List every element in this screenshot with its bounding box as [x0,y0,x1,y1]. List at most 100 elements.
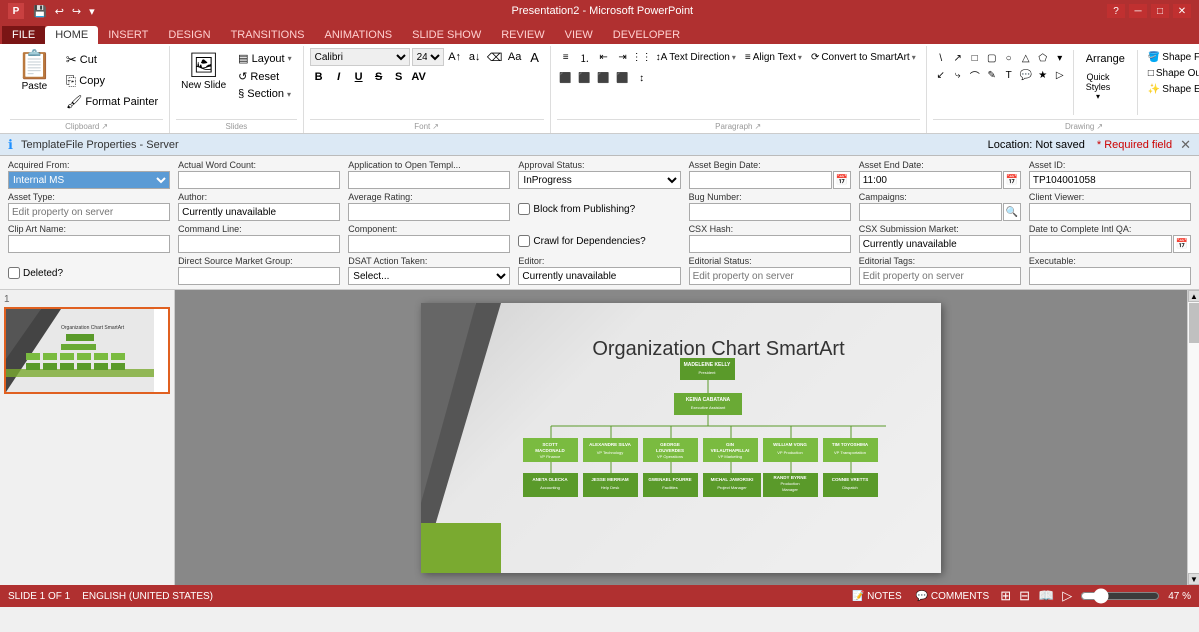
font-grow-button[interactable]: A↑ [446,48,464,66]
convert-smartart-button[interactable]: ⟳ Convert to SmartArt ▾ [807,50,920,65]
center-button[interactable]: ⬛ [576,69,594,87]
scroll-up-button[interactable]: ▲ [1188,290,1199,302]
undo-qa-button[interactable]: ↩ [52,5,67,18]
editor-input[interactable] [518,267,680,285]
bullets-button[interactable]: ≡ [557,48,575,66]
tab-design[interactable]: DESIGN [158,26,220,44]
shape-pentagon[interactable]: ⬠ [1035,50,1051,66]
quick-styles-button[interactable]: QuickStyles ▾ [1079,69,1118,104]
columns-button[interactable]: ⋮⋮ [633,48,651,66]
direct-source-input[interactable] [178,267,340,285]
slide-thumbnail-container[interactable]: Organization Chart SmartArt [4,307,170,394]
minimize-button[interactable]: ─ [1129,4,1147,18]
block-checkbox[interactable] [518,203,530,215]
command-line-input[interactable] [178,235,340,253]
tab-slide-show[interactable]: SLIDE SHOW [402,26,491,44]
font-color-picker-button[interactable]: A [526,48,544,66]
notes-button[interactable]: 📝 NOTES [849,591,905,602]
tab-animations[interactable]: ANIMATIONS [315,26,403,44]
slide-sorter-button[interactable]: ⊟ [1019,588,1030,604]
reset-button[interactable]: ↺ Reset [233,68,296,85]
shape-triangle[interactable]: △ [1018,50,1034,66]
campaigns-search-button[interactable]: 🔍 [1003,203,1021,221]
align-left-button[interactable]: ⬛ [557,69,575,87]
tab-view[interactable]: VIEW [555,26,603,44]
component-input[interactable] [348,235,510,253]
slideshow-button[interactable]: ▷ [1062,588,1072,604]
shape-star[interactable]: ★ [1035,67,1051,83]
average-rating-input[interactable] [348,203,510,221]
numbered-button[interactable]: ⒈ [576,48,594,66]
help-button[interactable]: ? [1107,4,1125,18]
drawing-expand-icon[interactable]: ↗ [1096,122,1103,131]
application-input[interactable] [348,171,510,189]
clip-art-input[interactable] [8,235,170,253]
crawl-checkbox[interactable] [518,235,530,247]
dsat-select[interactable]: Select... [348,267,510,285]
section-button[interactable]: § Section ▾ [233,86,296,102]
shape-connector[interactable]: ↙ [933,67,949,83]
close-info-button[interactable]: ✕ [1180,137,1191,153]
reading-view-button[interactable]: 📖 [1038,588,1054,604]
approval-status-select[interactable]: InProgress [518,171,680,189]
underline-button[interactable]: U [350,68,368,86]
date-intl-picker[interactable]: 📅 [1173,235,1191,253]
asset-end-date-picker[interactable]: 📅 [1003,171,1021,189]
font-size-select[interactable]: 24 [412,48,444,66]
maximize-button[interactable]: □ [1151,4,1169,18]
save-qa-button[interactable]: 💾 [30,5,50,18]
align-text-button[interactable]: ≡ Align Text ▾ [741,50,806,65]
tab-home[interactable]: HOME [45,26,98,44]
close-button[interactable]: ✕ [1173,4,1191,18]
scroll-thumb[interactable] [1189,303,1199,343]
asset-end-date-input[interactable] [859,171,1002,189]
shape-rect[interactable]: □ [967,50,983,66]
tab-developer[interactable]: DEVELOPER [603,26,690,44]
bug-number-input[interactable] [689,203,851,221]
scroll-track[interactable] [1188,302,1199,573]
clipboard-expand-icon[interactable]: ↗ [101,122,108,131]
arrange-button[interactable]: Arrange [1079,50,1132,68]
comments-button[interactable]: 💬 COMMENTS [913,591,993,602]
shape-textbox[interactable]: T [1001,67,1017,83]
client-viewer-input[interactable] [1029,203,1191,221]
bold-button[interactable]: B [310,68,328,86]
scroll-down-button[interactable]: ▼ [1188,573,1199,585]
shape-outline-button[interactable]: □ Shape Outline ▾ [1143,66,1199,81]
deleted-checkbox[interactable] [8,267,20,279]
editorial-tags-input[interactable] [859,267,1021,285]
tab-file[interactable]: FILE [2,26,45,44]
zoom-slider[interactable] [1080,590,1160,602]
text-direction-button[interactable]: ↕A Text Direction ▾ [652,50,740,65]
font-name-select[interactable]: Calibri [310,48,410,66]
csx-hash-input[interactable] [689,235,851,253]
clear-formatting-button[interactable]: ⌫ [486,48,504,66]
new-slide-button[interactable]: 🖼 New Slide [176,48,231,94]
char-spacing-button[interactable]: AV [410,68,428,86]
normal-view-button[interactable]: ⊞ [1000,588,1011,604]
shape-fill-button[interactable]: 🪣 Shape Fill ▾ [1143,50,1199,65]
paragraph-expand-icon[interactable]: ↗ [754,122,761,131]
shape-curve[interactable]: ⌒ [967,67,983,83]
font-expand-icon[interactable]: ↗ [432,122,439,131]
date-intl-input[interactable] [1029,235,1172,253]
asset-type-input[interactable] [8,203,170,221]
copy-button[interactable]: ⎘ Copy [61,71,163,91]
author-input[interactable] [178,203,340,221]
italic-button[interactable]: I [330,68,348,86]
shape-callout[interactable]: 💬 [1018,67,1034,83]
asset-id-input[interactable] [1029,171,1191,189]
font-shrink-button[interactable]: a↓ [466,48,484,66]
justify-button[interactable]: ⬛ [614,69,632,87]
change-case-button[interactable]: Aa [506,48,524,66]
decrease-indent-button[interactable]: ⇤ [595,48,613,66]
shape-rounded-rect[interactable]: ▢ [984,50,1000,66]
acquired-from-select[interactable]: Internal MS [8,171,170,189]
shape-arrow[interactable]: ↗ [950,50,966,66]
shape-action[interactable]: ▷ [1052,67,1068,83]
canvas-area[interactable]: Organization Chart SmartArt [175,290,1187,585]
asset-begin-date-input[interactable] [689,171,832,189]
increase-indent-button[interactable]: ⇥ [614,48,632,66]
executable-input[interactable] [1029,267,1191,285]
shape-line[interactable]: \ [933,50,949,66]
